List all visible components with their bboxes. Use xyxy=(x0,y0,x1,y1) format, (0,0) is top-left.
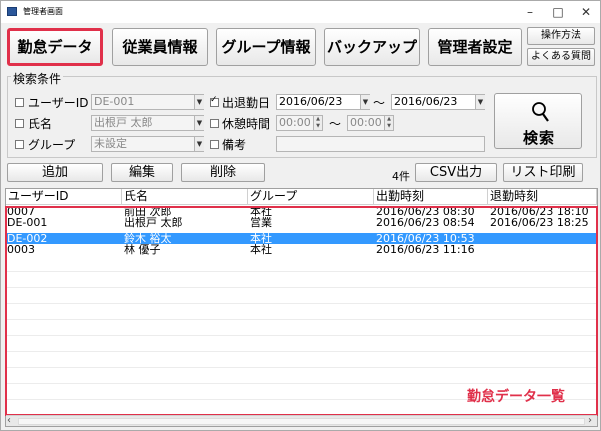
memo-checkbox[interactable] xyxy=(210,140,219,149)
title-bar: 管理者画面 – □ ✕ xyxy=(1,1,600,23)
column-header-group[interactable]: グループ xyxy=(248,189,374,205)
nav-groups-button[interactable]: グループ情報 xyxy=(216,28,316,66)
break-time-label: 休憩時間 xyxy=(222,117,271,131)
date-label: 出退勤日 xyxy=(222,96,271,110)
help-button[interactable]: 操作方法 xyxy=(527,27,595,45)
app-icon xyxy=(7,7,17,16)
attendance-list-caption: 勤怠データ一覧 xyxy=(467,389,565,405)
date-to-value: 2016/06/23 xyxy=(394,95,458,108)
date-from-value: 2016/06/23 xyxy=(279,95,343,108)
date-to-dropdown-arrow-icon[interactable]: ▼ xyxy=(475,95,485,109)
delete-button[interactable]: 削除 xyxy=(181,163,265,182)
name-label: 氏名 xyxy=(28,117,53,131)
group-select[interactable]: 未設定 xyxy=(91,136,204,152)
user-id-checkbox[interactable] xyxy=(15,98,24,107)
search-conditions-legend: 検索条件 xyxy=(11,70,64,87)
column-header-clock-out[interactable]: 退勤時刻 xyxy=(488,189,597,205)
date-range-separator: ～ xyxy=(373,96,386,110)
user-id-dropdown-arrow-icon[interactable]: ▼ xyxy=(194,95,204,109)
name-dropdown-arrow-icon[interactable]: ▼ xyxy=(194,116,204,130)
scroll-left-icon[interactable]: ‹ xyxy=(7,415,11,426)
add-button[interactable]: 追加 xyxy=(7,163,103,182)
close-button[interactable]: ✕ xyxy=(572,3,600,21)
date-checkbox[interactable] xyxy=(210,94,219,107)
app-window: 管理者画面 – □ ✕ 勤怠データ 従業員情報 グループ情報 バックアップ 管理… xyxy=(0,0,601,431)
search-button-label: 検索 xyxy=(522,129,555,147)
edit-button[interactable]: 編集 xyxy=(111,163,173,182)
horizontal-scrollbar[interactable]: ‹ › xyxy=(6,415,597,426)
minimize-button[interactable]: – xyxy=(516,3,544,21)
nav-employees-button[interactable]: 従業員情報 xyxy=(112,28,208,66)
break-time-checkbox[interactable] xyxy=(210,119,219,128)
group-checkbox[interactable] xyxy=(15,140,24,149)
magnifier-icon xyxy=(532,102,549,122)
scrollbar-thumb[interactable] xyxy=(18,418,585,425)
date-from-input[interactable]: 2016/06/23 xyxy=(276,94,370,110)
user-id-select[interactable]: DE-001 xyxy=(91,94,204,110)
faq-button[interactable]: よくある質問 xyxy=(527,48,595,66)
nav-attendance-button[interactable]: 勤怠データ xyxy=(7,28,103,66)
nav-admin-settings-button[interactable]: 管理者設定 xyxy=(428,28,522,66)
user-id-label: ユーザーID xyxy=(28,96,89,110)
column-header-clock-in[interactable]: 出勤時刻 xyxy=(374,189,488,205)
break-range-separator: ～ xyxy=(329,117,342,131)
column-header-name[interactable]: 氏名 xyxy=(122,189,248,205)
user-id-value: DE-001 xyxy=(94,95,135,108)
column-header-user-id[interactable]: ユーザーID xyxy=(6,189,122,205)
attendance-list-highlight xyxy=(5,206,598,416)
scroll-right-icon[interactable]: › xyxy=(588,415,592,426)
name-checkbox[interactable] xyxy=(15,119,24,128)
result-count: 4件 xyxy=(392,170,410,183)
date-to-input[interactable]: 2016/06/23 xyxy=(391,94,485,110)
group-value: 未設定 xyxy=(94,137,127,150)
date-from-dropdown-arrow-icon[interactable]: ▼ xyxy=(360,95,370,109)
name-value: 出根戸 太郎 xyxy=(94,116,153,129)
maximize-button[interactable]: □ xyxy=(544,3,572,21)
group-dropdown-arrow-icon[interactable]: ▼ xyxy=(194,137,204,151)
break-from-spinner-icon[interactable]: ▲ ▼ xyxy=(313,116,322,130)
csv-export-button[interactable]: CSV出力 xyxy=(415,163,497,182)
break-to-value: 00:00 xyxy=(350,116,382,129)
search-button[interactable]: 検索 xyxy=(494,93,582,149)
break-from-value: 00:00 xyxy=(279,116,311,129)
memo-label: 備考 xyxy=(222,138,247,152)
nav-backup-button[interactable]: バックアップ xyxy=(324,28,420,66)
name-select[interactable]: 出根戸 太郎 xyxy=(91,115,204,131)
print-list-button[interactable]: リスト印刷 xyxy=(503,163,583,182)
group-label: グループ xyxy=(28,138,76,152)
memo-input[interactable] xyxy=(276,136,485,152)
window-title: 管理者画面 xyxy=(23,7,63,16)
break-to-spinner-icon[interactable]: ▲ ▼ xyxy=(384,116,393,130)
